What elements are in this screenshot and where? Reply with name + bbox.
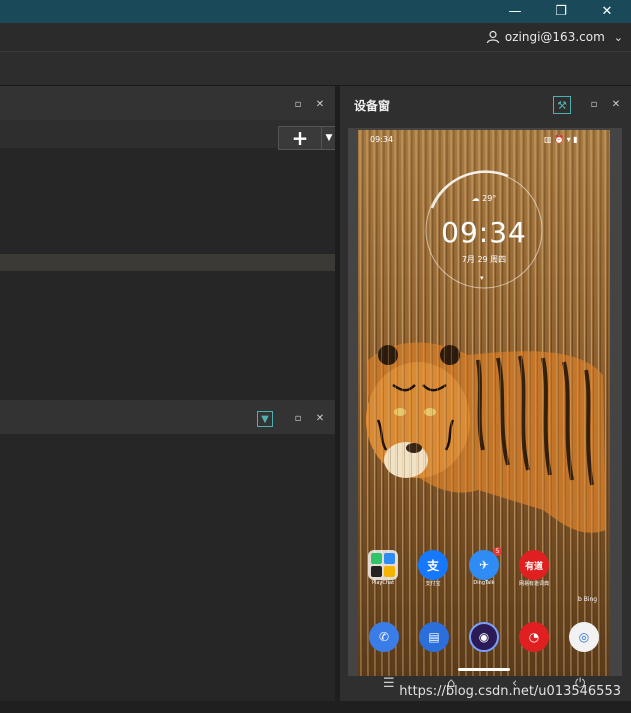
camera-app[interactable]: ◎: [569, 622, 599, 652]
close-panel-button[interactable]: ✕: [313, 411, 327, 425]
app-label: 支付宝: [425, 581, 441, 587]
selected-row[interactable]: [0, 254, 335, 271]
maximize-button[interactable]: ❐: [538, 0, 584, 23]
weather-widget: ☁ 29°: [471, 194, 497, 203]
clock-date: 7月 29 周四: [461, 255, 507, 264]
filter-icon[interactable]: ▼: [257, 411, 273, 427]
restore-panel-button[interactable]: ▫: [291, 97, 305, 111]
toolbar: [0, 52, 631, 86]
top-panel-header: [0, 86, 335, 120]
app-label: DingTalk: [473, 580, 495, 586]
add-button[interactable]: +: [278, 126, 322, 150]
bottom-panel: [0, 400, 335, 700]
phone-app[interactable]: ✆: [369, 622, 399, 652]
youdao-icon: 有道: [519, 550, 549, 580]
account-email: ozingi@163.com: [504, 30, 605, 44]
tools-icon[interactable]: ⚒: [553, 96, 571, 114]
status-icons: ▥ ⏰ ▾ ▮: [544, 135, 578, 144]
user-icon: [486, 30, 499, 44]
chevron-down-icon: ⌄: [613, 30, 623, 44]
dingtalk-app[interactable]: ✈ 5 DingTalk: [469, 547, 504, 586]
folder-icon: [368, 550, 398, 580]
close-panel-button[interactable]: ✕: [313, 97, 327, 111]
status-time: 09:34: [370, 135, 394, 144]
account-menu[interactable]: ozingi@163.com ⌄: [486, 23, 623, 51]
home-indicator[interactable]: [458, 668, 510, 671]
restore-panel-button[interactable]: ▫: [291, 411, 305, 425]
notification-badge: 5: [493, 547, 502, 556]
device-window-title: 设备窗: [354, 99, 391, 113]
minimize-button[interactable]: —: [492, 0, 538, 23]
youdao-app[interactable]: 有道 网易有道词典: [519, 550, 554, 587]
messages-app[interactable]: ▤: [419, 622, 449, 652]
app-label: PlayChat: [371, 580, 395, 586]
tiger-wallpaper: [358, 130, 610, 676]
folder-app[interactable]: PlayChat: [368, 550, 403, 586]
chevron-down-icon: ▾: [480, 274, 484, 282]
menu-icon[interactable]: ☰: [383, 676, 395, 691]
alipay-icon: 支: [418, 550, 448, 580]
status-strip: [0, 701, 631, 713]
alipay-app[interactable]: 支 支付宝: [418, 550, 453, 587]
account-bar: ozingi@163.com ⌄: [0, 23, 631, 52]
watermark: https://blog.csdn.net/u013546553: [399, 684, 621, 699]
restore-panel-button[interactable]: ▫: [587, 97, 601, 111]
close-window-button[interactable]: ✕: [584, 0, 630, 23]
bottom-panel-header: [0, 400, 335, 434]
bing-logo: b Bing: [578, 596, 598, 603]
close-panel-button[interactable]: ✕: [609, 97, 623, 111]
browser-app[interactable]: ◉: [469, 622, 499, 652]
app-label: 网易有道词典: [518, 581, 549, 587]
music-app[interactable]: ◔: [519, 622, 549, 652]
phone-screen[interactable]: 09:34 ▥ ⏰ ▾ ▮ ☁ 29° 09:34 7月 29 周四 ▾ Pla…: [358, 130, 610, 676]
clock-time: 09:34: [441, 216, 527, 249]
